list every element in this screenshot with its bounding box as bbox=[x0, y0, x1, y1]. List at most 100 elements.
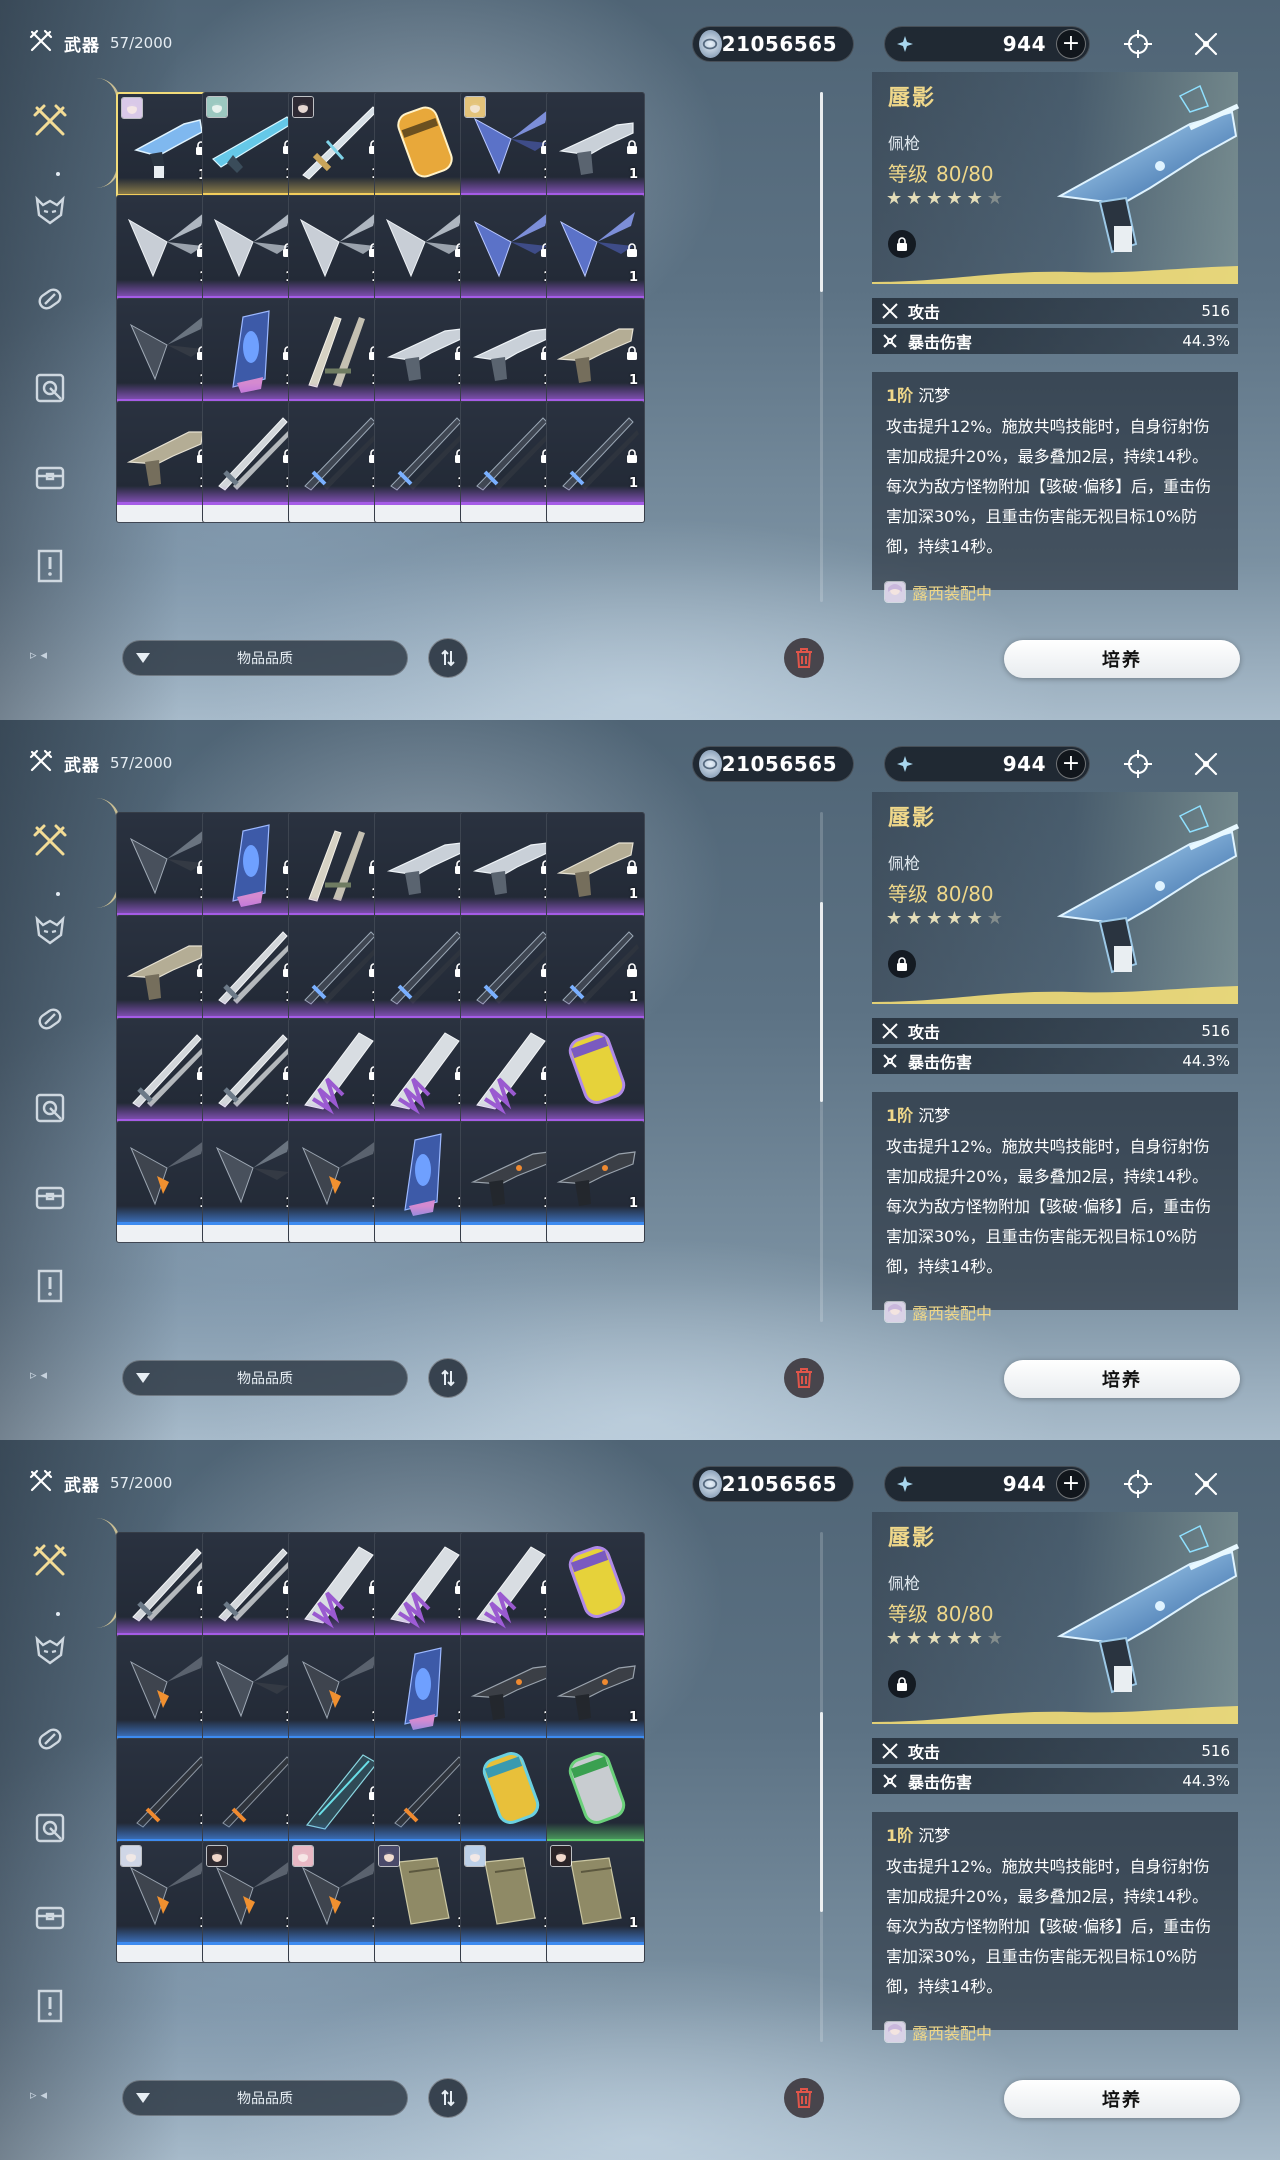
inventory-header: 武器 57/2000 bbox=[28, 28, 172, 58]
weapon-card[interactable]: 1 bbox=[460, 401, 559, 523]
weapon-card[interactable]: 1 bbox=[546, 1841, 645, 1963]
add-astrite-button[interactable]: + bbox=[1056, 1469, 1086, 1499]
weapon-card[interactable]: 1 bbox=[288, 401, 387, 523]
discard-button[interactable] bbox=[784, 638, 824, 678]
star-icon: ★ bbox=[906, 908, 923, 929]
character-avatar bbox=[884, 1301, 906, 1323]
add-astrite-button[interactable]: + bbox=[1056, 749, 1086, 779]
weapon-card[interactable]: 1 bbox=[202, 1121, 301, 1243]
scrollbar-thumb[interactable] bbox=[820, 1712, 823, 1912]
weapon-card[interactable]: 1 bbox=[288, 1121, 387, 1243]
sidebar-item-echoes[interactable] bbox=[22, 901, 78, 959]
sidebar-item-weapons[interactable] bbox=[22, 812, 78, 870]
item-quantity: 1 bbox=[628, 373, 638, 388]
scrollbar-thumb[interactable] bbox=[820, 902, 823, 1102]
mask-icon bbox=[35, 1635, 65, 1665]
sidebar-item-materials[interactable] bbox=[22, 1710, 78, 1768]
grid-scrollbar[interactable] bbox=[820, 1532, 823, 2042]
target-icon[interactable] bbox=[1120, 746, 1156, 782]
page-title: 武器 bbox=[64, 1475, 100, 1496]
astrite-icon bbox=[891, 750, 919, 778]
rarity-wave bbox=[872, 984, 1238, 1004]
sidebar-item-materials[interactable] bbox=[22, 270, 78, 328]
develop-button[interactable]: 培养 bbox=[1004, 640, 1240, 678]
star-icon: ★ bbox=[946, 188, 963, 209]
sidebar-item-quest[interactable] bbox=[22, 1977, 78, 2035]
filter-icon bbox=[123, 2092, 163, 2104]
shell-credit-icon bbox=[699, 750, 722, 778]
astrite-counter: 944 + bbox=[884, 1466, 1090, 1502]
star-icon: ★ bbox=[986, 908, 1003, 929]
weapon-card[interactable]: 1 bbox=[116, 1121, 215, 1243]
weapon-lock-button[interactable] bbox=[888, 950, 916, 978]
weapon-card[interactable]: 1 bbox=[116, 401, 215, 523]
star-icon: ★ bbox=[886, 908, 903, 929]
sidebar-item-devices[interactable] bbox=[22, 359, 78, 417]
sort-toggle-button[interactable] bbox=[428, 2078, 468, 2118]
weapon-card[interactable]: 1 bbox=[374, 1841, 473, 1963]
sidebar-item-devices[interactable] bbox=[22, 1079, 78, 1137]
close-icon[interactable] bbox=[1188, 746, 1224, 782]
skill-name: 沉梦 bbox=[918, 1106, 951, 1125]
equipped-character-avatar bbox=[464, 96, 486, 118]
sidebar-item-materials[interactable] bbox=[22, 990, 78, 1048]
weapon-card[interactable]: 1 bbox=[116, 1841, 215, 1963]
skill-header: 1阶 沉梦 bbox=[886, 1822, 1224, 1846]
weapon-card[interactable]: 1 bbox=[374, 1121, 473, 1243]
sidebar-item-echoes[interactable] bbox=[22, 1621, 78, 1679]
close-icon[interactable] bbox=[1188, 26, 1224, 62]
sidebar-item-devices[interactable] bbox=[22, 1799, 78, 1857]
weapon-grid: 1Lv. 11Lv. 11Lv. 11Lv. 11Lv. 11Lv. 11Lv.… bbox=[116, 812, 816, 1328]
weapon-card[interactable]: 1 bbox=[460, 1121, 559, 1243]
weapon-card[interactable]: 1 bbox=[460, 1841, 559, 1963]
item-label bbox=[289, 1225, 386, 1242]
inventory-header: 武器 57/2000 bbox=[28, 748, 172, 778]
weapon-illustration bbox=[1040, 1516, 1240, 1706]
weapon-card[interactable]: 1 bbox=[288, 1841, 387, 1963]
grid-scrollbar[interactable] bbox=[820, 92, 823, 602]
item-label bbox=[117, 1945, 214, 1962]
quality-filter[interactable]: 物品品质 bbox=[122, 2080, 408, 2116]
develop-button[interactable]: 培养 bbox=[1004, 2080, 1240, 2118]
level-value: 80 bbox=[936, 1602, 962, 1626]
weapon-card[interactable]: 1 bbox=[546, 401, 645, 523]
chest-icon bbox=[35, 1906, 65, 1930]
weapon-card[interactable]: 1 bbox=[202, 401, 301, 523]
target-icon[interactable] bbox=[1120, 26, 1156, 62]
close-icon[interactable] bbox=[1188, 1466, 1224, 1502]
sidebar-item-echoes[interactable] bbox=[22, 181, 78, 239]
weapon-lock-button[interactable] bbox=[888, 230, 916, 258]
sidebar-item-supplies[interactable] bbox=[22, 1888, 78, 1946]
stat-name: 攻击 bbox=[908, 1743, 941, 1762]
grid-scrollbar[interactable] bbox=[820, 812, 823, 1322]
inventory-screen-1: 武器 57/2000 21056565 944 + ▹◂ 1 1 1 1 物品品… bbox=[0, 0, 1280, 720]
shell-credit-icon bbox=[699, 1470, 722, 1498]
weapon-level: 等级 80/80 bbox=[888, 158, 994, 187]
discard-button[interactable] bbox=[784, 2078, 824, 2118]
develop-button[interactable]: 培养 bbox=[1004, 1360, 1240, 1398]
weapon-lock-button[interactable] bbox=[888, 1670, 916, 1698]
equipped-status: 露西装配中 bbox=[884, 1300, 992, 1324]
weapon-card[interactable]: 1 bbox=[202, 1841, 301, 1963]
weapon-card[interactable]: 1 bbox=[374, 401, 473, 523]
target-icon[interactable] bbox=[1120, 1466, 1156, 1502]
quality-filter[interactable]: 物品品质 bbox=[122, 640, 408, 676]
quality-filter[interactable]: 物品品质 bbox=[122, 1360, 408, 1396]
sort-toggle-button[interactable] bbox=[428, 1358, 468, 1398]
add-astrite-button[interactable]: + bbox=[1056, 29, 1086, 59]
discard-button[interactable] bbox=[784, 1358, 824, 1398]
sidebar-item-weapons[interactable] bbox=[22, 92, 78, 150]
star-icon: ★ bbox=[886, 188, 903, 209]
skill-text: 攻击提升12%。施放共鸣技能时，自身衍射伤害加成提升20%，最多叠加2层，持续1… bbox=[886, 1137, 1212, 1276]
sidebar-item-supplies[interactable] bbox=[22, 448, 78, 506]
sidebar-item-quest[interactable] bbox=[22, 1257, 78, 1315]
sort-toggle-button[interactable] bbox=[428, 638, 468, 678]
sidebar-item-quest[interactable] bbox=[22, 537, 78, 595]
stat-value: 516 bbox=[1201, 302, 1230, 320]
scrollbar-thumb[interactable] bbox=[820, 92, 823, 292]
weapon-card[interactable]: 1 bbox=[546, 1121, 645, 1243]
sidebar-item-supplies[interactable] bbox=[22, 1168, 78, 1226]
attack-icon bbox=[880, 301, 902, 321]
sidebar-item-weapons[interactable] bbox=[22, 1532, 78, 1590]
crossed-swords-icon bbox=[33, 1544, 67, 1576]
